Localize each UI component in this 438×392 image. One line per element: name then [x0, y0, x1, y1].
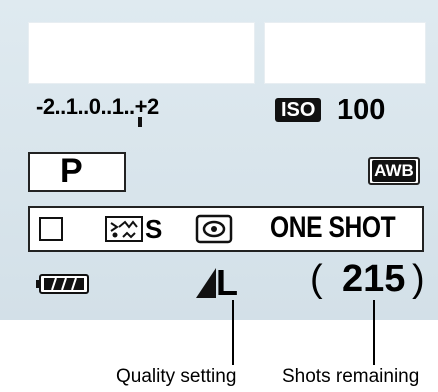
iso-value: 100 [337, 94, 386, 126]
shots-close-paren: ) [412, 258, 425, 300]
info-box-left [28, 22, 255, 84]
evaluative-metering-icon [195, 214, 233, 244]
picture-style-label: S [145, 214, 163, 244]
quality-callout-line [232, 300, 234, 365]
quality-setting: L [196, 262, 256, 303]
exposure-indicator [138, 117, 142, 127]
shots-callout-line [373, 300, 375, 365]
quality-label: L [216, 262, 238, 303]
white-balance-label: AWB [372, 160, 416, 182]
info-box-right [264, 22, 426, 84]
large-fine-jpeg-icon [196, 268, 216, 298]
picture-style-icon: S [105, 214, 165, 244]
shooting-mode-value: P [60, 152, 83, 190]
shots-count: 215 [342, 258, 406, 300]
iso-icon: ISO [275, 98, 322, 122]
iso-setting: ISO 100 [275, 94, 425, 128]
af-mode: ONE SHOT [270, 211, 396, 244]
shots-remaining-caption: Shots remaining [282, 366, 420, 387]
battery-icon [36, 274, 90, 294]
lcd-panel: -2..1..0..1..+2 ISO 100 P AWB S ONE SHOT… [0, 0, 438, 320]
shots-open-paren: ( [310, 258, 323, 300]
white-balance-icon: AWB [368, 157, 420, 185]
quality-setting-caption: Quality setting [116, 366, 237, 387]
single-shot-square-icon [39, 217, 63, 241]
exposure-level-scale: -2..1..0..1..+2 [36, 90, 236, 130]
shooting-mode-box: P [28, 152, 126, 192]
shots-remaining: ( 215 ) [310, 258, 430, 304]
